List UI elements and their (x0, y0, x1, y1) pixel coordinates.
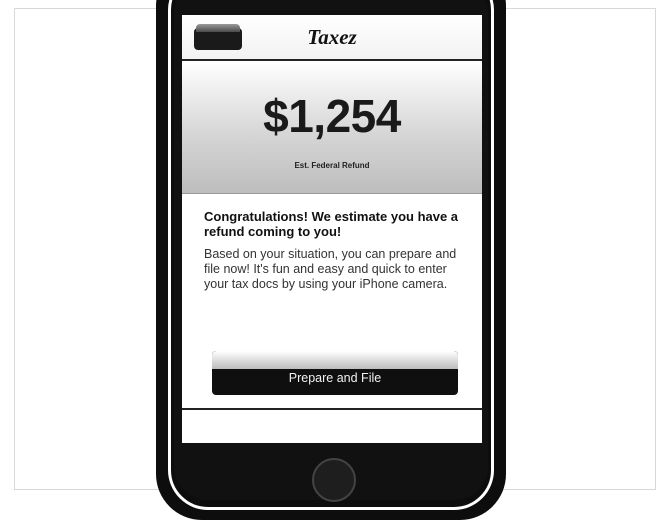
prepare-and-file-label: Prepare and File (288, 371, 382, 385)
refund-amount: $1,254 (263, 90, 401, 142)
prepare-and-file-button[interactable]: Prepare and File (212, 351, 458, 395)
home-button[interactable] (312, 458, 356, 502)
screen-divider (182, 408, 482, 410)
app-title: Taxez (307, 25, 357, 49)
message-headline: Congratulations! We estimate you have a … (204, 209, 459, 239)
navigation-bar: Taxez (182, 15, 482, 61)
message-body: Based on your situation, you can prepare… (204, 247, 457, 291)
message-content: Congratulations! We estimate you have a … (204, 209, 460, 292)
refund-summary: $1,254 Est. Federal Refund (182, 61, 482, 194)
refund-label: Est. Federal Refund (294, 161, 370, 170)
phone-screen: Taxez $1,254 Est. Federal Refund Congrat… (182, 15, 482, 443)
